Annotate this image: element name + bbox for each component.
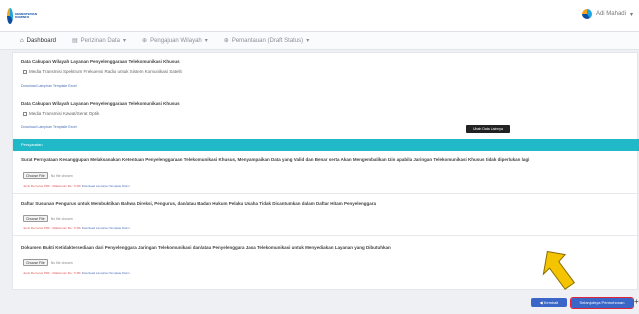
nav-tabs: ⌂ Dashboard ▤ Perizinan Data ▾ ⊕ Pengaju…: [0, 32, 639, 50]
file-upload: Choose File No file chosen: [23, 215, 73, 222]
hint-link[interactable]: Download Lampiran Template Disini: [82, 271, 130, 275]
tab-perizinan[interactable]: ▤ Perizinan Data ▾: [71, 37, 127, 45]
back-button[interactable]: ◀ Kembali: [531, 298, 567, 307]
tab-label: Pemantauan (Draft Status): [231, 37, 304, 44]
download-template-link[interactable]: Download Lampiran Template Excel: [21, 84, 77, 88]
checkbox[interactable]: [23, 111, 27, 116]
divider: [13, 235, 639, 236]
logo-mark-icon: [7, 8, 13, 24]
tab-pemantauan[interactable]: ⊕ Pemantauan (Draft Status) ▾: [223, 37, 310, 45]
no-file-text: No file chosen: [50, 260, 73, 265]
file-hint: Jenis file harus PDF · Maksimum file : 5…: [23, 271, 130, 275]
no-file-text: No file chosen: [50, 173, 73, 178]
chevron-down-icon: ▾: [629, 11, 633, 18]
checkbox[interactable]: [23, 69, 27, 74]
coverage-option[interactable]: Media Transmisi Spektrum Frekuensi Radio…: [23, 69, 182, 74]
coverage-title: Data Cakupan Wilayah Layanan Penyelengga…: [21, 59, 180, 64]
home-icon: ⌂: [20, 37, 24, 44]
plus-icon: ⊕: [142, 38, 148, 44]
coverage-option[interactable]: Media Transmisi Kawat/Serat Optik: [23, 111, 99, 116]
choose-file-button[interactable]: Choose File: [23, 172, 48, 179]
tab-label: Dashboard: [26, 37, 56, 44]
choose-file-button[interactable]: Choose File: [23, 259, 48, 266]
file-upload: Choose File No file chosen: [23, 172, 73, 179]
hint-text: Jenis file harus PDF · Maksimum file : 5…: [23, 184, 81, 188]
divider: [13, 193, 639, 194]
option-label: Media Transmisi Spektrum Frekuensi Radio…: [29, 69, 182, 74]
requirements-section-header: Persyaratan: [13, 139, 639, 151]
tab-pengajuan[interactable]: ⊕ Pengajuan Wilayah ▾: [142, 37, 208, 45]
avatar: [581, 9, 592, 19]
tab-label: Perizinan Data: [80, 37, 121, 44]
file-upload: Choose File No file chosen: [23, 259, 73, 266]
chevron-down-icon: ▾: [123, 38, 127, 44]
app-logo[interactable]: KEMENTERIAN KOMINFO: [7, 4, 37, 28]
download-template-link[interactable]: Download Lampiran Template Excel: [21, 125, 77, 129]
requirement-title: Dokumen Bukti Ketidaktersediaan dari Pen…: [21, 245, 391, 250]
user-menu[interactable]: Adi Mahadi ▾: [581, 9, 633, 19]
requirement-title: Surat Pernyataan Kesanggupan Melaksanaka…: [21, 157, 530, 162]
hint-text: Jenis file harus PDF · Maksimum file : 5…: [23, 271, 81, 275]
logo-text: KEMENTERIAN KOMINFO: [14, 11, 37, 19]
plus-icon[interactable]: +: [634, 297, 639, 306]
file-icon: ▤: [71, 38, 78, 44]
top-bar: KEMENTERIAN KOMINFO Adi Mahadi ▾: [0, 0, 639, 32]
tab-label: Pengajuan Wilayah: [150, 37, 202, 44]
hint-link[interactable]: Download Lampiran Template Disini: [82, 226, 130, 230]
next-submit-button[interactable]: Selanjutnya Permohonan: [570, 297, 634, 309]
chevron-down-icon: ▾: [204, 38, 208, 44]
hint-text: Jenis file harus PDF · Maksimum file : 5…: [23, 226, 81, 230]
file-hint: Jenis file harus PDF · Maksimum file : 5…: [23, 226, 130, 230]
requirement-title: Daftar Susunan Pengurus untuk Membuktika…: [21, 201, 377, 206]
plus-icon: ⊕: [223, 38, 229, 44]
file-hint: Jenis file harus PDF · Maksimum file : 5…: [23, 184, 130, 188]
user-name: Adi Mahadi: [595, 11, 626, 17]
tab-dashboard[interactable]: ⌂ Dashboard: [20, 38, 56, 44]
hint-link[interactable]: Download Lampiran Template Disini: [82, 184, 130, 188]
tooltip: Ubah Data Lainnya: [466, 125, 510, 133]
choose-file-button[interactable]: Choose File: [23, 215, 48, 222]
no-file-text: No file chosen: [50, 216, 73, 221]
chevron-down-icon: ▾: [306, 38, 310, 44]
coverage-title: Data Cakupan Wilayah Layanan Penyelengga…: [21, 101, 180, 106]
arrow-down-right-icon: [542, 250, 576, 290]
option-label: Media Transmisi Kawat/Serat Optik: [29, 111, 100, 116]
